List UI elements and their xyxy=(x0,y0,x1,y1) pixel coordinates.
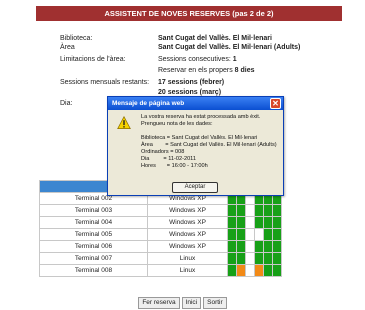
limitacions-label: Limitacions de l'àrea: xyxy=(60,56,126,63)
time-slot-green[interactable] xyxy=(254,240,264,253)
info-biblioteca: Biblioteca: Sant Cugat del Vallès. El Mil… xyxy=(60,34,272,43)
limitacions-line1-value: 1 xyxy=(232,56,237,63)
time-slot-green[interactable] xyxy=(272,216,282,229)
time-slot-green[interactable] xyxy=(227,264,237,277)
table-row: Terminal 004 Windows XP xyxy=(39,216,282,229)
time-slot-green[interactable] xyxy=(263,216,273,229)
time-slot-green[interactable] xyxy=(236,216,246,229)
time-slot-free xyxy=(245,216,255,229)
time-slot-green[interactable] xyxy=(227,252,237,265)
biblioteca-label: Biblioteca: xyxy=(60,35,93,42)
limitacions-line2: Reservar en els propers 8 dies xyxy=(158,66,255,75)
time-slot-free xyxy=(245,240,255,253)
terminal-name: Terminal 007 xyxy=(39,252,148,265)
terminal-os: Windows XP xyxy=(147,240,228,253)
info-limitacions: Limitacions de l'àrea: Sessions consecuti… xyxy=(60,55,237,64)
time-slot-green[interactable] xyxy=(263,204,273,217)
info-area: Àrea Sant Cugat del Vallès. El Mil·lenari… xyxy=(60,43,300,52)
table-row: Terminal 008 Linux xyxy=(39,264,282,277)
table-row: Terminal 006 Windows XP xyxy=(39,240,282,253)
time-slot-green[interactable] xyxy=(254,252,264,265)
time-slot-free xyxy=(245,204,255,217)
time-slot-green[interactable] xyxy=(263,264,273,277)
time-slot-green[interactable] xyxy=(272,204,282,217)
sortir-button[interactable]: Sortir xyxy=(203,297,227,309)
mensuals-label: Sessions mensuals restants: xyxy=(60,79,150,86)
time-slot-green[interactable] xyxy=(272,240,282,253)
limitacions-line1: Sessions consecutives: 1 xyxy=(158,55,237,64)
time-slot-green[interactable] xyxy=(254,216,264,229)
dialog-title-bar[interactable]: Mensaje de página web ✕ xyxy=(108,97,283,110)
time-slot-green[interactable] xyxy=(272,252,282,265)
terminal-os: Windows XP xyxy=(147,216,228,229)
time-slot-orange[interactable] xyxy=(236,264,246,277)
time-slot-green[interactable] xyxy=(227,216,237,229)
time-slot-green[interactable] xyxy=(263,252,273,265)
time-slot-green[interactable] xyxy=(236,252,246,265)
close-icon[interactable]: ✕ xyxy=(270,98,281,109)
dialog-message: La vostra reserva ha estat processada am… xyxy=(141,114,277,169)
time-slot-green[interactable] xyxy=(236,228,246,241)
info-limitacions-2: Reservar en els propers 8 dies xyxy=(60,66,255,75)
limitacions-line2-text: Reservar en els propers xyxy=(158,67,235,74)
info-mensuals: Sessions mensuals restants: 17 sessions (… xyxy=(60,78,224,87)
time-slot-free xyxy=(245,252,255,265)
time-slot-free xyxy=(245,228,255,241)
table-row: Terminal 005 Windows XP xyxy=(39,228,282,241)
page-title: ASSISTENT DE NOVES RESERVES (pas 2 de 2) xyxy=(36,6,342,21)
time-slot-green[interactable] xyxy=(227,204,237,217)
time-slot-green[interactable] xyxy=(254,204,264,217)
terminal-name: Terminal 004 xyxy=(39,216,148,229)
accept-button[interactable]: Aceptar xyxy=(172,182,218,193)
alert-dialog: Mensaje de página web ✕ La vostra reserv… xyxy=(107,96,284,196)
time-slot-green[interactable] xyxy=(236,204,246,217)
time-slot-green[interactable] xyxy=(227,228,237,241)
limitacions-line2-value: 8 dies xyxy=(234,67,255,74)
time-slot-green[interactable] xyxy=(227,240,237,253)
time-slot-green[interactable] xyxy=(263,240,273,253)
terminal-name: Terminal 006 xyxy=(39,240,148,253)
area-value: Sant Cugat del Vallès. El Mil·lenari (Ad… xyxy=(158,44,301,51)
area-label: Àrea xyxy=(60,44,75,51)
table-row: Terminal 007 Linux xyxy=(39,252,282,265)
mensuals-line1: 17 sessions (febrer) xyxy=(158,79,225,86)
terminal-os: Windows XP xyxy=(147,204,228,217)
biblioteca-value: Sant Cugat del Vallès. El Mil·lenari xyxy=(158,35,272,42)
time-slot-orange[interactable] xyxy=(254,264,264,277)
terminal-name: Terminal 008 xyxy=(39,264,148,277)
action-buttons: Fer reserva Inici Sortir xyxy=(0,297,365,309)
time-slot-green[interactable] xyxy=(263,228,273,241)
dialog-title: Mensaje de página web xyxy=(112,100,185,107)
limitacions-line1-text: Sessions consecutives: xyxy=(158,56,233,63)
terminal-os: Windows XP xyxy=(147,228,228,241)
time-slot-free xyxy=(254,228,264,241)
time-slot-green[interactable] xyxy=(272,228,282,241)
terminal-os: Linux xyxy=(147,264,228,277)
table-row: Terminal 003 Windows XP xyxy=(39,204,282,217)
time-slot-green[interactable] xyxy=(272,264,282,277)
fer-reserva-button[interactable]: Fer reserva xyxy=(138,297,180,309)
terminal-os: Linux xyxy=(147,252,228,265)
terminal-name: Terminal 005 xyxy=(39,228,148,241)
inici-button[interactable]: Inici xyxy=(181,297,202,309)
time-slot-free xyxy=(245,264,255,277)
time-slot-green[interactable] xyxy=(236,240,246,253)
warning-icon xyxy=(117,116,131,129)
terminal-name: Terminal 003 xyxy=(39,204,148,217)
